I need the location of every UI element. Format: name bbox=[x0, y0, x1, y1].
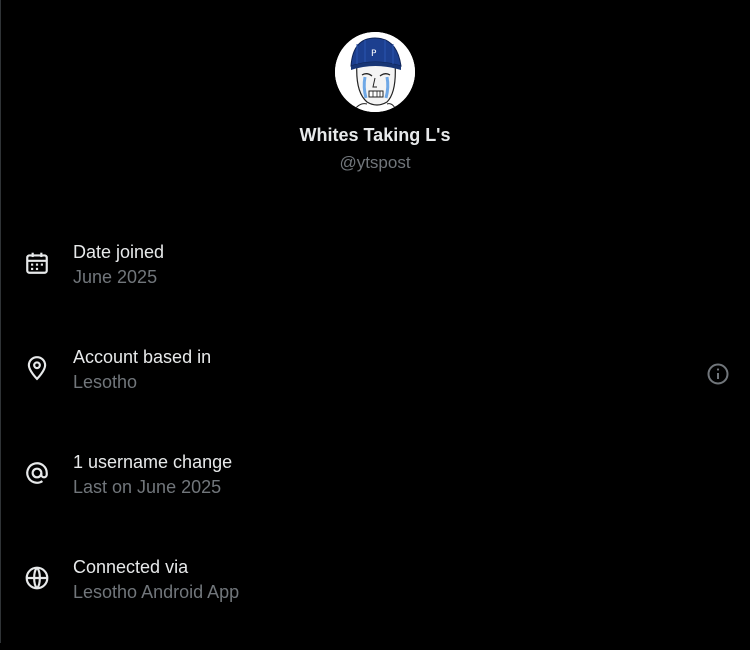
at-sign-icon bbox=[24, 460, 50, 486]
username-handle: @ytspost bbox=[339, 153, 411, 172]
info-icon[interactable] bbox=[706, 362, 730, 386]
info-row-title: Date joined bbox=[73, 242, 165, 262]
info-row-subtitle: Last on June 2025 bbox=[73, 477, 222, 497]
account-info-list: Date joined June 2025 Account based in L… bbox=[0, 230, 750, 650]
info-row-title: Connected via bbox=[73, 557, 189, 577]
avatar[interactable]: P bbox=[335, 32, 415, 112]
info-row-account-based-in: Account based in Lesotho bbox=[0, 335, 750, 440]
display-name: Whites Taking L's bbox=[299, 125, 451, 145]
profile-header: P Whites Taking L's @ytspost bbox=[0, 32, 750, 174]
info-row-subtitle: Lesotho Android App bbox=[73, 582, 240, 602]
info-row-username-change: 1 username change Last on June 2025 bbox=[0, 440, 750, 545]
globe-icon bbox=[24, 565, 50, 591]
info-row-text: Connected via Lesotho Android App bbox=[73, 556, 239, 603]
svg-text:P: P bbox=[371, 49, 377, 59]
info-row-text: 1 username change Last on June 2025 bbox=[73, 451, 232, 498]
info-row-subtitle: Lesotho bbox=[73, 372, 138, 392]
info-row-text: Date joined June 2025 bbox=[73, 241, 164, 288]
info-row-text: Account based in Lesotho bbox=[73, 346, 211, 393]
calendar-icon bbox=[24, 250, 50, 276]
info-row-title: Account based in bbox=[73, 347, 212, 367]
location-pin-icon bbox=[24, 355, 50, 381]
crying-wojak-avatar: P bbox=[335, 32, 415, 112]
info-row-subtitle: June 2025 bbox=[73, 267, 158, 287]
info-row-title: 1 username change bbox=[73, 452, 233, 472]
info-row-date-joined: Date joined June 2025 bbox=[0, 230, 750, 335]
info-row-connected-via: Connected via Lesotho Android App bbox=[0, 545, 750, 650]
